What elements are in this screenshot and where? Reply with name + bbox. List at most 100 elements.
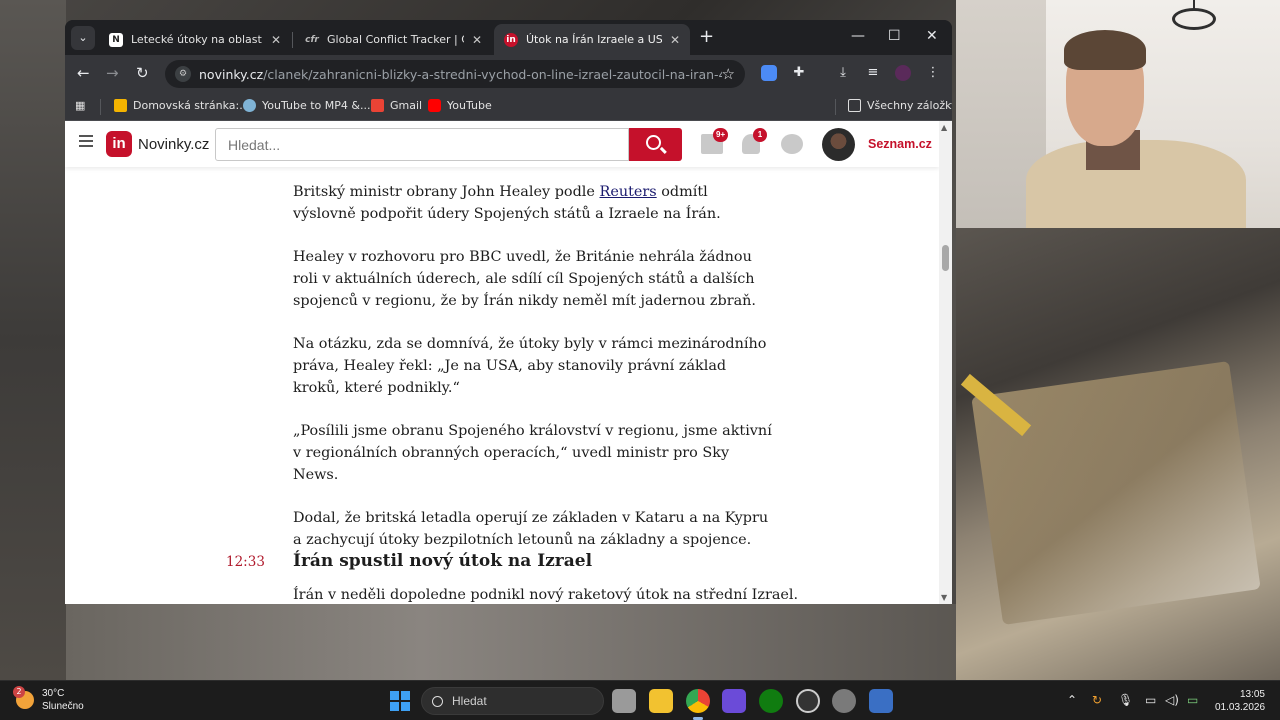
network-icon[interactable]: ▭	[1145, 693, 1156, 707]
article-paragraph: Na otázku, zda se domnívá, že útoky byly…	[293, 336, 767, 396]
scroll-up-arrow-icon[interactable]: ▲	[941, 123, 947, 132]
reuters-link[interactable]: Reuters	[600, 184, 657, 200]
url-host: novinky.cz	[199, 66, 264, 82]
search-icon	[646, 135, 661, 150]
webcam-overlay	[956, 0, 1280, 228]
xbox-icon[interactable]	[759, 689, 783, 713]
volume-icon[interactable]: ◁)	[1165, 693, 1179, 707]
minimize-button[interactable]: —	[851, 28, 865, 44]
tab-letecke-utoky[interactable]: N Letecké útoky na oblast letiště Teherá…	[99, 24, 291, 55]
tab-utok-na-iran[interactable]: in Útok na Írán Izraele a USA: Válka ✕	[494, 24, 690, 55]
novinky-logo-text[interactable]: Novinky.cz	[138, 136, 209, 153]
article-paragraph: Healey v rozhovoru pro BBC uvedl, že Bri…	[293, 249, 757, 309]
all-bookmarks-button[interactable]: Všechny záložky	[848, 99, 952, 112]
clock-time: 13:05	[1239, 689, 1265, 700]
novinky-logo[interactable]: in	[106, 131, 132, 157]
taskbar-search-label: Hledat	[452, 694, 487, 708]
site-info-icon[interactable]: ⚙	[175, 66, 191, 82]
browser-window: ⌄ N Letecké útoky na oblast letiště Tehe…	[65, 20, 952, 604]
footage-debris	[971, 361, 1261, 625]
article-paragraph: „Posílili jsme obranu Spojeného královst…	[293, 423, 772, 483]
weather-temperature: 30°C	[42, 688, 65, 699]
video-background	[66, 604, 956, 680]
hamburger-menu-icon[interactable]	[79, 135, 93, 149]
cfr-icon: cfr	[305, 34, 319, 45]
maximize-button[interactable]: ☐	[888, 28, 901, 44]
file-explorer-icon[interactable]	[649, 689, 673, 713]
article-body: Britský ministr obrany John Healey podle…	[293, 181, 773, 572]
seznam-link[interactable]: Seznam.cz	[868, 137, 932, 151]
streamer-hair	[1064, 30, 1146, 70]
site-search-box[interactable]	[215, 128, 629, 161]
search-button[interactable]	[629, 128, 682, 161]
avatar[interactable]	[822, 128, 855, 161]
gmail-icon	[371, 99, 384, 112]
search-input[interactable]	[216, 129, 628, 160]
media-control-icon[interactable]: ≡	[865, 65, 881, 81]
extensions-puzzle-icon[interactable]: ✚	[791, 65, 807, 81]
url-path: /clanek/zahranicni-blizky-a-stredni-vych…	[263, 66, 721, 82]
weather-widget[interactable]: 2 30°C Slunečno	[13, 686, 84, 713]
studio-app-icon[interactable]	[722, 689, 746, 713]
new-tab-button[interactable]: +	[699, 28, 714, 46]
site-header: in Novinky.cz 9+ 1 Seznam.cz	[65, 121, 939, 167]
n-icon: N	[109, 32, 123, 47]
scrollbar-thumb[interactable]	[942, 245, 949, 271]
bookmark-youtube[interactable]: YouTube	[428, 99, 492, 112]
download-icon[interactable]: ⤓	[835, 65, 851, 81]
weather-text: 30°C Slunečno	[42, 687, 84, 713]
close-icon[interactable]: ✕	[271, 33, 281, 47]
bookmark-star-icon[interactable]: ☆	[722, 65, 735, 83]
bookmark-domovska[interactable]: Domovská stránka:...	[114, 99, 250, 112]
article-paragraph: Dodal, že britská letadla operují ze zák…	[293, 510, 769, 548]
bookmark-separator	[835, 99, 836, 115]
window-close-button[interactable]: ✕	[926, 28, 938, 44]
extension-cloud-icon[interactable]	[761, 65, 777, 81]
remote-desktop-icon[interactable]	[869, 689, 893, 713]
weather-badge: 2	[13, 686, 25, 698]
microphone-icon[interactable]: 🎙	[1118, 693, 1133, 707]
drive-icon	[114, 99, 127, 112]
battery-icon[interactable]: ▭	[1187, 693, 1198, 707]
settings-gear-icon[interactable]	[832, 689, 856, 713]
reload-button[interactable]: ↻	[136, 64, 149, 82]
tray-overflow-icon[interactable]: ⌃	[1067, 693, 1077, 707]
obs-icon[interactable]	[796, 689, 820, 713]
browser-toolbar: ← → ↻ ⚙ novinky.cz/clanek/zahranicni-bli…	[65, 55, 952, 93]
paragraph-text: Britský ministr obrany John Healey podle	[293, 184, 600, 200]
search-icon-handle	[660, 146, 667, 154]
clock-date: 01.03.2026	[1215, 702, 1266, 713]
start-button[interactable]	[390, 691, 410, 711]
menu-dots-icon[interactable]: ⋮	[925, 65, 941, 81]
chrome-icon[interactable]	[686, 689, 710, 713]
desktop-background	[0, 0, 66, 680]
back-button[interactable]: ←	[77, 64, 90, 82]
forward-button[interactable]: →	[106, 64, 119, 82]
profile-icon[interactable]	[895, 65, 911, 81]
bookmark-label: Domovská stránka:...	[133, 99, 250, 112]
close-icon[interactable]: ✕	[472, 33, 482, 47]
tab-title: Letecké útoky na oblast letiště Teherán	[131, 33, 263, 46]
sync-icon[interactable]: ↻	[1092, 693, 1102, 707]
tab-search-button[interactable]: ⌄	[71, 26, 95, 50]
windows-taskbar: 2 30°C Slunečno Hledat ⌃ ↻ 🎙 ▭ ◁) ▭ 13:0…	[0, 680, 1280, 720]
url-text: novinky.cz/clanek/zahranicni-blizky-a-st…	[199, 67, 722, 82]
apps-grid-icon[interactable]: ▦	[75, 99, 85, 112]
system-clock[interactable]: 13:05 01.03.2026	[1215, 688, 1265, 714]
task-view-icon[interactable]	[612, 689, 636, 713]
address-bar[interactable]: ⚙ novinky.cz/clanek/zahranicni-blizky-a-…	[165, 60, 745, 88]
taskbar-search[interactable]: Hledat	[421, 687, 604, 715]
close-icon[interactable]: ✕	[670, 33, 680, 47]
tab-title: Útok na Írán Izraele a USA: Válka	[526, 33, 662, 46]
scroll-down-arrow-icon[interactable]: ▼	[941, 593, 947, 602]
bookmark-label: Gmail	[390, 99, 423, 112]
page-scrollbar[interactable]: ▲ ▼	[939, 121, 952, 604]
sun-icon: 2	[13, 686, 34, 709]
bookmark-youtube-mp4[interactable]: YouTube to MP4 &...	[243, 99, 370, 112]
live-entry-title: Írán spustil nový útok na Izrael	[293, 551, 593, 571]
tab-cfr-tracker[interactable]: cfr Global Conflict Tracker | CFR Intera…	[295, 24, 492, 55]
chat-icon[interactable]	[781, 134, 803, 154]
mail-badge: 9+	[713, 128, 729, 142]
bookmark-gmail[interactable]: Gmail	[371, 99, 422, 112]
live-entry-time: 12:33	[226, 554, 265, 570]
